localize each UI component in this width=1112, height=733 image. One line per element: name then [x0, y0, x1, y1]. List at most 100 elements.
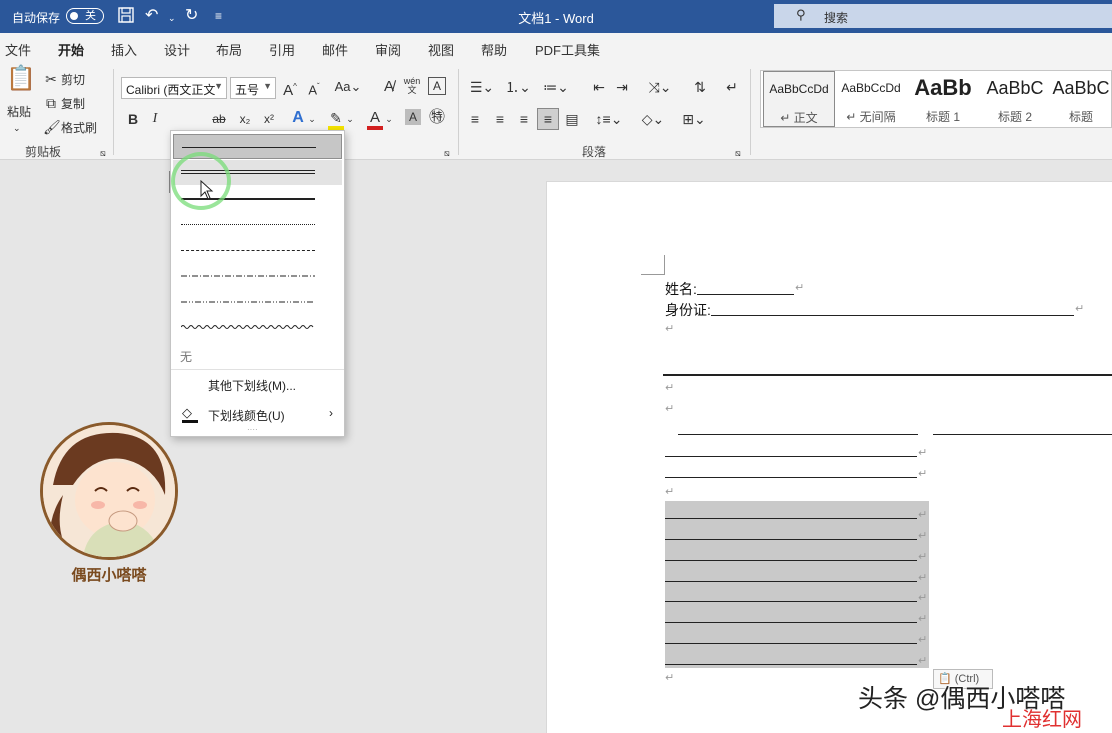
- format-painter-icon[interactable]: 🖌: [43, 117, 61, 137]
- cut-button[interactable]: 剪切: [61, 71, 85, 89]
- cut-icon[interactable]: ✂: [43, 69, 59, 89]
- character-border-icon[interactable]: A: [428, 77, 446, 95]
- underline-line: [665, 477, 917, 478]
- underline-style-dot-dot-dash[interactable]: [173, 290, 342, 315]
- underline-style-wave[interactable]: [173, 316, 342, 341]
- tab-design[interactable]: 设计: [164, 40, 190, 59]
- tab-insert[interactable]: 插入: [111, 40, 137, 59]
- borders-icon[interactable]: ⊞⌄: [677, 109, 711, 129]
- underline-style-dotted[interactable]: [173, 212, 342, 237]
- chevron-right-icon: ›: [329, 406, 333, 420]
- bullets-icon[interactable]: ☰⌄: [466, 77, 498, 97]
- resize-grip-icon[interactable]: ····: [247, 425, 258, 434]
- shading-icon[interactable]: ◇⌄: [638, 109, 668, 129]
- more-underlines-option[interactable]: 其他下划线(M)...: [208, 377, 296, 394]
- character-shading-icon[interactable]: A: [405, 109, 421, 125]
- subscript-button[interactable]: x₂: [236, 109, 254, 129]
- style-sample: AaBbC: [986, 78, 1044, 98]
- style-sample: AaBbCcDd: [841, 81, 901, 95]
- wave-line-sample: [181, 325, 314, 329]
- tab-review[interactable]: 审阅: [375, 40, 401, 59]
- search-placeholder: 搜索: [824, 11, 849, 25]
- tab-mailings[interactable]: 邮件: [322, 40, 348, 59]
- menu-separator: [171, 369, 344, 370]
- grow-font-icon[interactable]: A^: [282, 77, 298, 101]
- enclose-characters-icon[interactable]: ㊕: [428, 108, 446, 128]
- text-effects-icon[interactable]: A: [289, 108, 307, 128]
- distributed-icon[interactable]: ▤: [563, 109, 581, 129]
- tab-references[interactable]: 引用: [269, 40, 295, 59]
- underline-line: [665, 581, 917, 582]
- underline-line: [665, 539, 917, 540]
- underline-line: [665, 560, 917, 561]
- sort-icon[interactable]: ⇅: [690, 77, 710, 97]
- numbering-icon[interactable]: ⒈⌄: [502, 77, 534, 97]
- copy-button[interactable]: 复制: [61, 95, 85, 113]
- dashed-line-sample: [181, 250, 315, 251]
- style-title[interactable]: AaBbC 标题: [1051, 71, 1111, 127]
- style-name: 标题 2: [997, 110, 1032, 124]
- font-launcher-icon[interactable]: ⧅: [444, 144, 450, 162]
- font-color-icon[interactable]: A: [366, 108, 384, 130]
- style-heading-1[interactable]: AaBb 标题 1: [907, 71, 979, 127]
- dotted-line-sample: [181, 224, 315, 225]
- paragraph-mark: ↵: [665, 403, 675, 415]
- style-normal[interactable]: AaBbCcDd ↵ 正文: [763, 71, 835, 127]
- underline-style-dot-dash[interactable]: [173, 264, 342, 289]
- strikethrough-button[interactable]: ab: [210, 109, 228, 129]
- mouse-cursor-icon: [200, 180, 214, 200]
- copy-icon[interactable]: ⧉: [43, 93, 59, 113]
- align-left-icon[interactable]: ≡: [466, 109, 484, 129]
- italic-button[interactable]: I: [148, 109, 162, 129]
- show-marks-icon[interactable]: ↵: [722, 77, 742, 97]
- phonetic-guide-icon[interactable]: wén 文: [403, 77, 421, 95]
- change-case-icon[interactable]: Aa⌄: [334, 77, 362, 97]
- format-painter-button[interactable]: 格式刷: [61, 119, 97, 137]
- dot-dash-line-sample: [181, 275, 315, 277]
- paste-dropdown-icon[interactable]: ⌄: [13, 119, 21, 137]
- chevron-down-icon: ▼: [263, 81, 272, 91]
- underline-line: [665, 601, 917, 602]
- underline-line: [678, 434, 918, 435]
- style-heading-2[interactable]: AaBbC 标题 2: [979, 71, 1051, 127]
- align-center-icon[interactable]: ≡: [491, 109, 509, 129]
- superscript-button[interactable]: x²: [260, 109, 278, 129]
- font-name-combo[interactable]: Calibri (西文正文 ▼: [121, 77, 227, 99]
- underline-style-dashed[interactable]: [173, 238, 342, 263]
- paragraph-mark: ↵: [1075, 303, 1085, 315]
- shrink-font-icon[interactable]: Aˇ: [306, 77, 322, 100]
- chevron-down-icon[interactable]: ⌄: [384, 109, 394, 129]
- highlight-icon[interactable]: ✎: [327, 108, 345, 130]
- name-label: 姓名:: [665, 281, 697, 297]
- decrease-indent-icon[interactable]: ⇤: [590, 77, 608, 97]
- chevron-down-icon[interactable]: ⌄: [307, 109, 317, 129]
- paragraph-launcher-icon[interactable]: ⧅: [735, 144, 741, 162]
- tab-help[interactable]: 帮助: [481, 40, 507, 59]
- clipboard-launcher-icon[interactable]: ⧅: [100, 144, 106, 162]
- style-sample: AaBbCcDd: [769, 82, 829, 96]
- increase-indent-icon[interactable]: ⇥: [613, 77, 631, 97]
- style-no-spacing[interactable]: AaBbCcDd ↵ 无间隔: [835, 71, 907, 127]
- style-sample: AaBb: [914, 75, 972, 100]
- tab-file[interactable]: 文件: [5, 40, 31, 59]
- paste-icon[interactable]: 📋: [6, 67, 36, 105]
- underline-color-option[interactable]: 下划线颜色(U): [208, 407, 285, 424]
- tab-pdf-tools[interactable]: PDF工具集: [535, 40, 600, 59]
- font-size-value: 五号: [235, 83, 260, 97]
- chinese-layout-icon[interactable]: ⤨⌄: [644, 77, 676, 97]
- clear-formatting-icon[interactable]: A̸: [380, 77, 398, 97]
- justify-icon[interactable]: ≡: [537, 108, 559, 130]
- tab-layout[interactable]: 布局: [216, 40, 242, 59]
- line-spacing-icon[interactable]: ↕≡⌄: [592, 109, 626, 129]
- underline-line: [665, 664, 917, 665]
- align-right-icon[interactable]: ≡: [515, 109, 533, 129]
- tab-home[interactable]: 开始: [58, 40, 85, 66]
- chevron-down-icon[interactable]: ⌄: [345, 109, 355, 129]
- tab-view[interactable]: 视图: [428, 40, 454, 59]
- underline-none-option[interactable]: 无: [180, 348, 192, 365]
- font-size-combo[interactable]: 五号 ▼: [230, 77, 276, 99]
- multilevel-list-icon[interactable]: ≔⌄: [540, 77, 572, 97]
- underline-line: [665, 456, 917, 457]
- search-box[interactable]: ⚲ 搜索: [774, 4, 1112, 28]
- bold-button[interactable]: B: [126, 109, 140, 129]
